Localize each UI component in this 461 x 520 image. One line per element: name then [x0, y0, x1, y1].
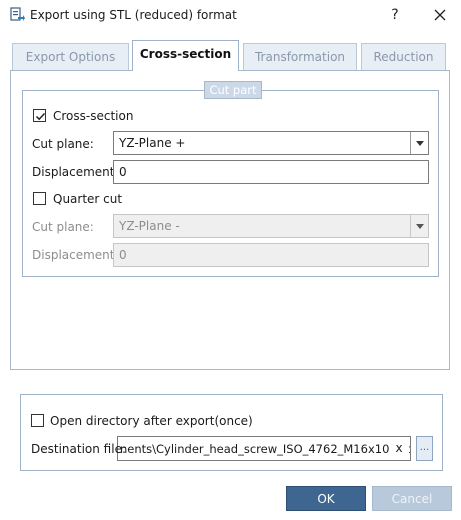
tab-export-options[interactable]: Export Options	[12, 43, 129, 71]
destination-file-label: Destination file:	[31, 442, 126, 456]
quarter-cut-label[interactable]: Quarter cut	[53, 192, 122, 206]
open-directory-checkbox[interactable]	[31, 414, 44, 427]
title-bar: Export using STL (reduced) format ?	[0, 0, 461, 32]
cut-part-legend: Cut part	[204, 81, 262, 99]
cut-plane-2-value: YZ-Plane -	[119, 219, 180, 233]
displacement-2-label: Displacement:	[32, 248, 119, 262]
dropdown-arrow[interactable]	[410, 215, 428, 237]
displacement-input[interactable]: 0	[113, 160, 429, 184]
cross-section-checkbox[interactable]	[33, 109, 46, 122]
cut-plane-2-label: Cut plane:	[32, 220, 94, 234]
tab-transformation[interactable]: Transformation	[243, 43, 357, 71]
cut-plane-label: Cut plane:	[32, 137, 94, 151]
cut-plane-select[interactable]: YZ-Plane +	[113, 131, 429, 155]
tab-cross-section[interactable]: Cross-section	[132, 40, 239, 71]
quarter-cut-checkbox[interactable]	[33, 192, 46, 205]
dropdown-arrow[interactable]	[410, 132, 428, 154]
open-directory-label[interactable]: Open directory after export(once)	[50, 414, 253, 428]
chevron-down-icon	[416, 141, 424, 146]
tab-reduction[interactable]: Reduction	[361, 43, 446, 71]
destination-file-input[interactable]: nents\Cylinder_head_screw_ISO_4762_M16x1…	[117, 436, 411, 461]
displacement-label: Displacement:	[32, 165, 119, 179]
stl-export-icon	[9, 7, 25, 23]
cancel-button[interactable]: Cancel	[372, 486, 452, 511]
displacement-value: 0	[119, 165, 127, 179]
destination-file-value: nents\Cylinder_head_screw_ISO_4762_M16x1…	[120, 442, 411, 456]
checkmark-icon	[35, 112, 46, 121]
cut-plane-2-select[interactable]: YZ-Plane -	[113, 214, 429, 238]
chevron-down-icon	[416, 224, 424, 229]
browse-button[interactable]: ...	[416, 436, 433, 461]
window-title: Export using STL (reduced) format	[30, 8, 237, 22]
ok-button[interactable]: OK	[286, 486, 366, 511]
help-button[interactable]: ?	[380, 3, 410, 27]
cut-plane-value: YZ-Plane +	[119, 136, 186, 150]
cross-section-label[interactable]: Cross-section	[53, 109, 133, 123]
displacement-2-input[interactable]: 0	[113, 243, 429, 267]
close-icon	[434, 9, 446, 21]
close-button[interactable]	[425, 3, 455, 27]
displacement-2-value: 0	[119, 248, 127, 262]
clear-destination-button[interactable]: x	[389, 437, 409, 460]
